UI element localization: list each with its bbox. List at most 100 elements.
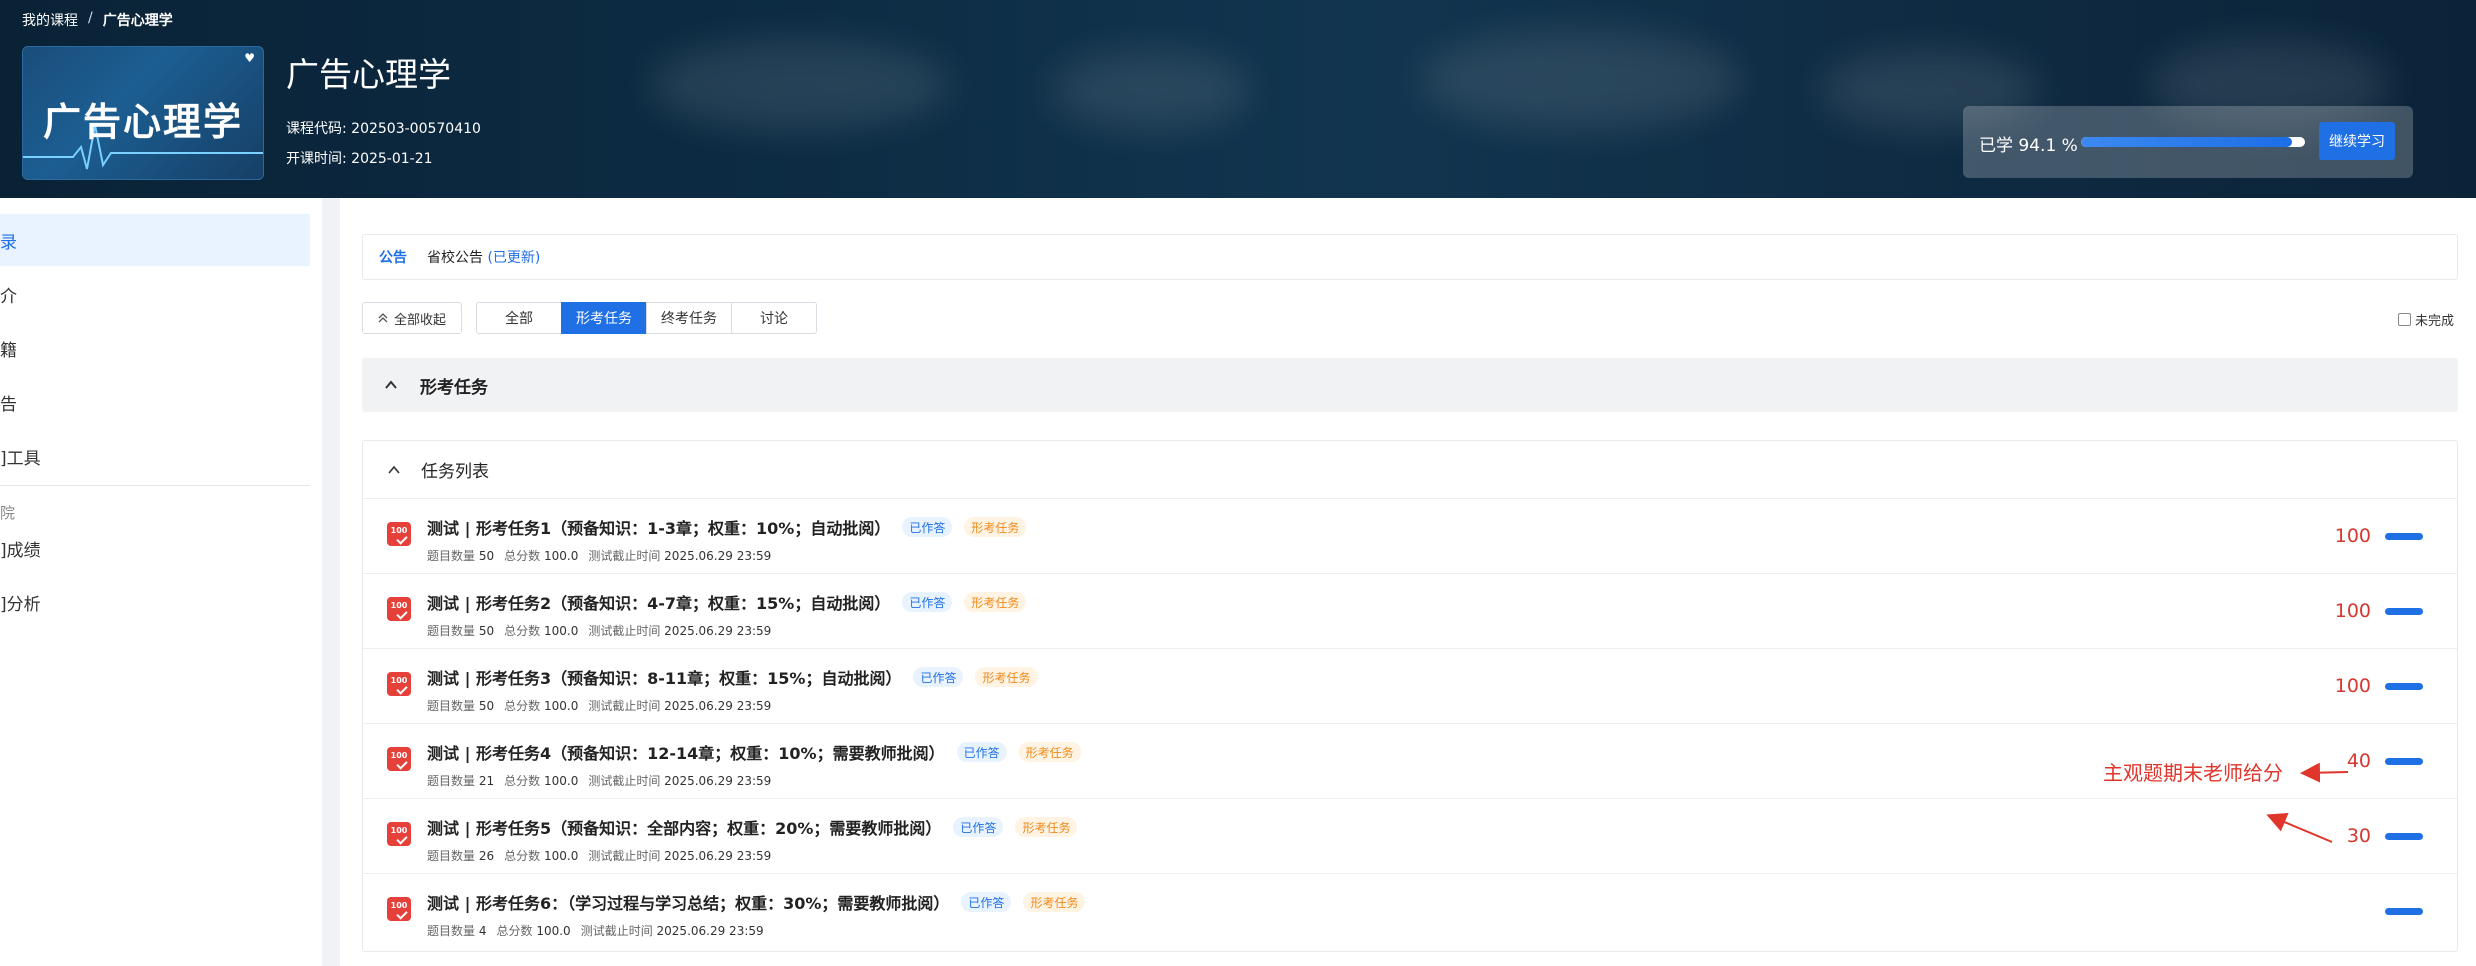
deadline-label: 测试截止时间 bbox=[588, 549, 661, 563]
section-formative-tasks[interactable]: 形考任务 bbox=[362, 358, 2458, 412]
task-meta: 题目数量 4 总分数 100.0 测试截止时间 2025.06.29 23:59 bbox=[427, 922, 764, 939]
question-count-label: 题目数量 bbox=[427, 924, 476, 938]
task-score: 100 bbox=[2334, 525, 2371, 547]
sidebar-item-books[interactable]: 籍 bbox=[0, 322, 310, 374]
task-progress-bar bbox=[2385, 683, 2423, 690]
sidebar-item-notice[interactable]: 告 bbox=[0, 376, 310, 428]
quiz-icon: 100 bbox=[387, 672, 411, 696]
task-score: 100 bbox=[2334, 675, 2371, 697]
deadline: 2025.06.29 23:59 bbox=[664, 624, 772, 638]
unfinished-filter[interactable]: 未完成 bbox=[2398, 310, 2454, 329]
sidebar-group-label: 院 bbox=[0, 504, 16, 522]
section-title: 形考任务 bbox=[420, 377, 488, 398]
quiz-icon: 100 bbox=[387, 747, 411, 771]
question-count-label: 题目数量 bbox=[427, 549, 476, 563]
task-row[interactable]: 100 测试 | 形考任务1（预备知识：1-3章；权重：10%；自动批阅） 已作… bbox=[363, 499, 2457, 574]
sidebar-item-intro[interactable]: 介 bbox=[0, 268, 310, 320]
course-code: 课程代码: 202503-00570410 bbox=[286, 121, 481, 137]
sidebar-item-tools[interactable]: ]工具 bbox=[0, 430, 310, 482]
task-progress-bar bbox=[2385, 833, 2423, 840]
question-count: 50 bbox=[478, 624, 495, 638]
total-score: 100.0 bbox=[543, 774, 579, 788]
task-meta: 题目数量 50 总分数 100.0 测试截止时间 2025.06.29 23:5… bbox=[427, 697, 771, 714]
task-title[interactable]: 测试 | 形考任务1（预备知识：1-3章；权重：10%；自动批阅） bbox=[427, 515, 890, 539]
tab-final-tasks[interactable]: 终考任务 bbox=[646, 302, 732, 334]
tab-formative-tasks[interactable]: 形考任务 bbox=[561, 302, 647, 334]
task-list: 任务列表 100 测试 | 形考任务1（预备知识：1-3章；权重：10%；自动批… bbox=[362, 440, 2458, 952]
collapse-all-label: 全部收起 bbox=[393, 312, 446, 328]
course-title: 广告心理学 bbox=[286, 55, 451, 94]
deadline-label: 测试截止时间 bbox=[588, 699, 661, 713]
task-row[interactable]: 100 测试 | 形考任务6：（学习过程与学习总结；权重：30%；需要教师批阅）… bbox=[363, 874, 2457, 949]
breadcrumb-my-courses[interactable]: 我的课程 bbox=[22, 10, 78, 30]
task-score: 100 bbox=[2334, 600, 2371, 622]
task-title[interactable]: 测试 | 形考任务2（预备知识：4-7章；权重：15%；自动批阅） bbox=[427, 590, 890, 614]
task-type-badge: 形考任务 bbox=[975, 667, 1038, 687]
task-progress-bar bbox=[2385, 533, 2423, 540]
task-type-badge: 形考任务 bbox=[964, 592, 1027, 612]
progress-panel: 已学 94.1 % 继续学习 bbox=[1963, 106, 2413, 178]
deadline-label: 测试截止时间 bbox=[588, 624, 661, 638]
task-title[interactable]: 测试 | 形考任务4（预备知识：12-14章；权重：10%；需要教师批阅） bbox=[427, 740, 945, 764]
notice-updated-link[interactable]: (已更新) bbox=[487, 250, 540, 266]
task-title[interactable]: 测试 | 形考任务3（预备知识：8-11章；权重：15%；自动批阅） bbox=[427, 665, 901, 689]
task-progress-bar bbox=[2385, 608, 2423, 615]
heart-icon: ♥ bbox=[244, 51, 255, 65]
deadline: 2025.06.29 23:59 bbox=[664, 774, 772, 788]
task-title[interactable]: 测试 | 形考任务5（预备知识：全部内容；权重：20%；需要教师批阅） bbox=[427, 815, 941, 839]
chevron-up-icon[interactable] bbox=[384, 378, 398, 392]
question-count: 4 bbox=[478, 924, 487, 938]
question-count-label: 题目数量 bbox=[427, 849, 476, 863]
task-row[interactable]: 100 测试 | 形考任务2（预备知识：4-7章；权重：15%；自动批阅） 已作… bbox=[363, 574, 2457, 649]
course-header: 我的课程 / 广告心理学 ♥ 广告心理学 广告心理学 课程代码: 202503-… bbox=[0, 0, 2476, 198]
tab-discussion[interactable]: 讨论 bbox=[731, 302, 817, 334]
task-meta: 题目数量 50 总分数 100.0 测试截止时间 2025.06.29 23:5… bbox=[427, 622, 771, 639]
question-count: 21 bbox=[478, 774, 495, 788]
collapse-all-button[interactable]: 全部收起 bbox=[362, 302, 462, 334]
task-list-header[interactable]: 任务列表 bbox=[363, 441, 2457, 499]
deadline-label: 测试截止时间 bbox=[588, 774, 661, 788]
sidebar-item-grades[interactable]: ]成绩 bbox=[0, 522, 310, 574]
task-progress-bar bbox=[2385, 908, 2423, 915]
sidebar-item-catalog[interactable]: 录 bbox=[0, 214, 310, 266]
status-badge: 已作答 bbox=[961, 892, 1012, 912]
tab-all[interactable]: 全部 bbox=[476, 302, 562, 334]
task-progress-bar bbox=[2385, 758, 2423, 765]
status-badge: 已作答 bbox=[902, 517, 953, 537]
task-row[interactable]: 100 测试 | 形考任务3（预备知识：8-11章；权重：15%；自动批阅） 已… bbox=[363, 649, 2457, 724]
task-title[interactable]: 测试 | 形考任务6：（学习过程与学习总结；权重：30%；需要教师批阅） bbox=[427, 890, 949, 914]
sidebar-divider bbox=[0, 485, 310, 486]
task-type-badge: 形考任务 bbox=[964, 517, 1027, 537]
total-score: 100.0 bbox=[536, 924, 571, 938]
unfinished-checkbox[interactable] bbox=[2398, 313, 2411, 326]
task-meta: 题目数量 50 总分数 100.0 测试截止时间 2025.06.29 23:5… bbox=[427, 547, 771, 564]
question-count: 26 bbox=[478, 849, 495, 863]
quiz-icon: 100 bbox=[387, 822, 411, 846]
task-type-badge: 形考任务 bbox=[1023, 892, 1086, 912]
progress-bar bbox=[2081, 137, 2305, 147]
total-score-label: 总分数 bbox=[504, 624, 541, 638]
continue-learning-button[interactable]: 继续学习 bbox=[2319, 122, 2395, 160]
status-badge: 已作答 bbox=[902, 592, 953, 612]
notice-bar: 公告 省校公告 (已更新) bbox=[362, 234, 2458, 280]
question-count-label: 题目数量 bbox=[427, 624, 476, 638]
annotation-text: 主观题期末老师给分 bbox=[2103, 761, 2283, 785]
notice-label: 公告 bbox=[379, 250, 407, 266]
notice-text[interactable]: 省校公告 bbox=[427, 250, 483, 266]
question-count-label: 题目数量 bbox=[427, 699, 476, 713]
total-score-label: 总分数 bbox=[496, 924, 533, 938]
chevron-up-icon[interactable] bbox=[387, 463, 401, 477]
double-chevron-up-icon bbox=[378, 313, 388, 323]
course-cover-image: ♥ 广告心理学 bbox=[22, 46, 264, 180]
total-score: 100.0 bbox=[543, 624, 579, 638]
question-count-label: 题目数量 bbox=[427, 774, 476, 788]
status-badge: 已作答 bbox=[956, 742, 1007, 762]
task-row[interactable]: 100 测试 | 形考任务5（预备知识：全部内容；权重：20%；需要教师批阅） … bbox=[363, 799, 2457, 874]
course-start-date: 开课时间: 2025-01-21 bbox=[286, 151, 433, 167]
task-meta: 题目数量 21 总分数 100.0 测试截止时间 2025.06.29 23:5… bbox=[427, 772, 771, 789]
task-list-title: 任务列表 bbox=[421, 462, 489, 482]
sidebar-item-analysis[interactable]: ]分析 bbox=[0, 576, 310, 628]
breadcrumb-current: 广告心理学 bbox=[102, 13, 173, 29]
breadcrumb-separator: / bbox=[88, 10, 93, 26]
deadline-label: 测试截止时间 bbox=[580, 924, 653, 938]
